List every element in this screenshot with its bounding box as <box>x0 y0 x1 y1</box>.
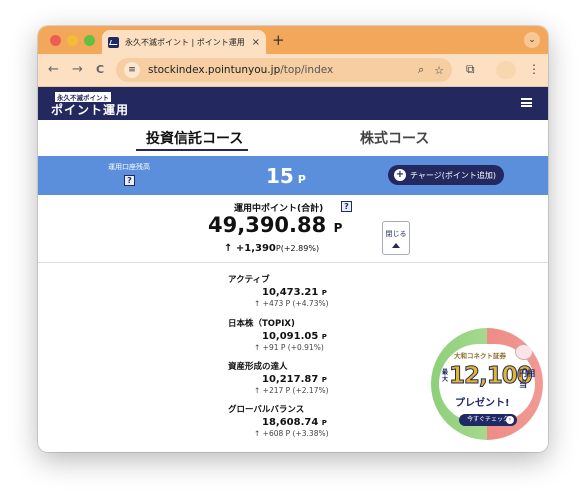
account-balance-label: 運用口座残高 <box>108 163 150 171</box>
collapse-button[interactable]: 閉じる <box>382 221 410 255</box>
new-tab-button[interactable]: + <box>272 31 285 49</box>
url-text[interactable]: stockindex.pointunyou.jp/top/index <box>148 64 408 76</box>
charge-button[interactable]: + チャージ(ポイント追加) <box>388 165 504 185</box>
fund-name: アクティブ <box>228 275 270 285</box>
promo-yen: 円相当 <box>519 369 535 389</box>
total-points-value: 49,390.88 P <box>208 213 343 237</box>
promo-brand: 大和コネクト証券 <box>454 352 506 360</box>
fund-change: ↑ +91 P (+0.91%) <box>254 343 324 352</box>
plus-circle-icon: + <box>394 169 406 181</box>
browser-tab[interactable]: 永久不滅ポイント | ポイント運用 × <box>102 30 266 54</box>
tab-title: 永久不滅ポイント | ポイント運用 <box>125 37 245 47</box>
fund-value: 10,091.05 P <box>262 331 327 342</box>
active-tab-indicator <box>136 149 248 151</box>
fund-change: ↑ +217 P (+2.17%) <box>254 386 329 395</box>
arrow-right-icon: › <box>506 416 514 424</box>
promo-max-label: 最大 <box>442 369 449 383</box>
tab-close-icon[interactable]: × <box>252 37 260 48</box>
collapse-button-label: 閉じる <box>385 230 407 238</box>
web-page: 永久不滅ポイント ポイント運用 投資信託コース 株式コース 運用口座残高 ? 1… <box>38 87 548 452</box>
close-window-button[interactable] <box>50 35 61 46</box>
mascot-icon <box>515 344 533 360</box>
promo-check-button[interactable]: 今すぐチェック › <box>459 414 517 426</box>
total-points-change: ↑ +1,390P(+2.89%) <box>224 243 320 254</box>
maximize-window-button[interactable] <box>84 35 95 46</box>
profile-avatar[interactable] <box>496 61 516 79</box>
list-item[interactable]: 日本株（TOPIX) 10,091.05 P ↑ +91 P (+0.91%) <box>228 317 368 352</box>
tab-stock[interactable]: 株式コース <box>360 128 429 148</box>
list-item[interactable]: 資産形成の達人 10,217.87 P ↑ +217 P (+2.17%) <box>228 360 368 395</box>
site-header: 永久不滅ポイント ポイント運用 <box>38 87 548 120</box>
promo-banner[interactable]: 大和コネクト証券 最大 12,100 円相当 プレゼント! 今すぐチェック › <box>431 328 543 440</box>
account-balance-bar: 運用口座残高 ? 15 P + チャージ(ポイント追加) <box>38 156 548 195</box>
fund-change: ↑ +473 P (+4.73%) <box>254 299 329 308</box>
site-info-icon[interactable]: ≡ <box>124 62 140 78</box>
desktop: 永久不滅ポイント | ポイント運用 × + ⌄ ← → C ≡ stockind… <box>0 0 586 504</box>
course-tabs: 投資信託コース 株式コース <box>38 120 548 156</box>
reload-button[interactable]: C <box>96 63 104 76</box>
fund-name: グローバルバランス <box>228 405 305 415</box>
hamburger-menu-icon[interactable] <box>521 98 532 107</box>
charge-button-label: チャージ(ポイント追加) <box>410 170 497 180</box>
extensions-icon[interactable]: ⧉ <box>466 62 475 77</box>
forward-button[interactable]: → <box>72 62 83 77</box>
site-favicon-icon <box>108 36 119 48</box>
address-bar[interactable]: ≡ stockindex.pointunyou.jp/top/index ⌕ ☆ <box>116 58 452 82</box>
browser-window: 永久不滅ポイント | ポイント運用 × + ⌄ ← → C ≡ stockind… <box>38 26 548 452</box>
fund-name: 日本株（TOPIX) <box>228 319 295 329</box>
minimize-window-button[interactable] <box>67 35 78 46</box>
chevron-up-icon <box>392 243 400 248</box>
promo-present: プレゼント! <box>455 398 510 409</box>
zoom-icon[interactable]: ⌕ <box>418 63 424 77</box>
help-icon[interactable]: ? <box>341 201 352 212</box>
fund-value: 10,473.21 P <box>262 287 327 298</box>
browser-toolbar: ← → C ≡ stockindex.pointunyou.jp/top/ind… <box>38 54 548 87</box>
browser-menu-icon[interactable]: ⋮ <box>528 62 540 76</box>
tab-investment-trust[interactable]: 投資信託コース <box>146 128 243 148</box>
account-balance-value: 15 P <box>266 164 306 188</box>
list-item[interactable]: グローバルバランス 18,608.74 P ↑ +608 P (+3.38%) <box>228 403 368 438</box>
help-icon[interactable]: ? <box>124 175 135 186</box>
back-button[interactable]: ← <box>48 62 59 77</box>
fund-value: 10,217.87 P <box>262 374 327 385</box>
bookmark-star-icon[interactable]: ☆ <box>434 64 444 77</box>
tab-search-button[interactable]: ⌄ <box>524 32 540 48</box>
list-item[interactable]: アクティブ 10,473.21 P ↑ +473 P (+4.73%) <box>228 273 368 308</box>
fund-change: ↑ +608 P (+3.38%) <box>254 429 329 438</box>
fund-name: 資産形成の達人 <box>228 362 288 372</box>
fund-value: 18,608.74 P <box>262 417 327 428</box>
tab-strip: 永久不滅ポイント | ポイント運用 × + ⌄ <box>38 26 548 54</box>
site-logo[interactable]: ポイント運用 <box>51 101 129 118</box>
points-summary: 運用中ポイント(合計) ? 49,390.88 P ↑ +1,390P(+2.8… <box>38 195 548 263</box>
